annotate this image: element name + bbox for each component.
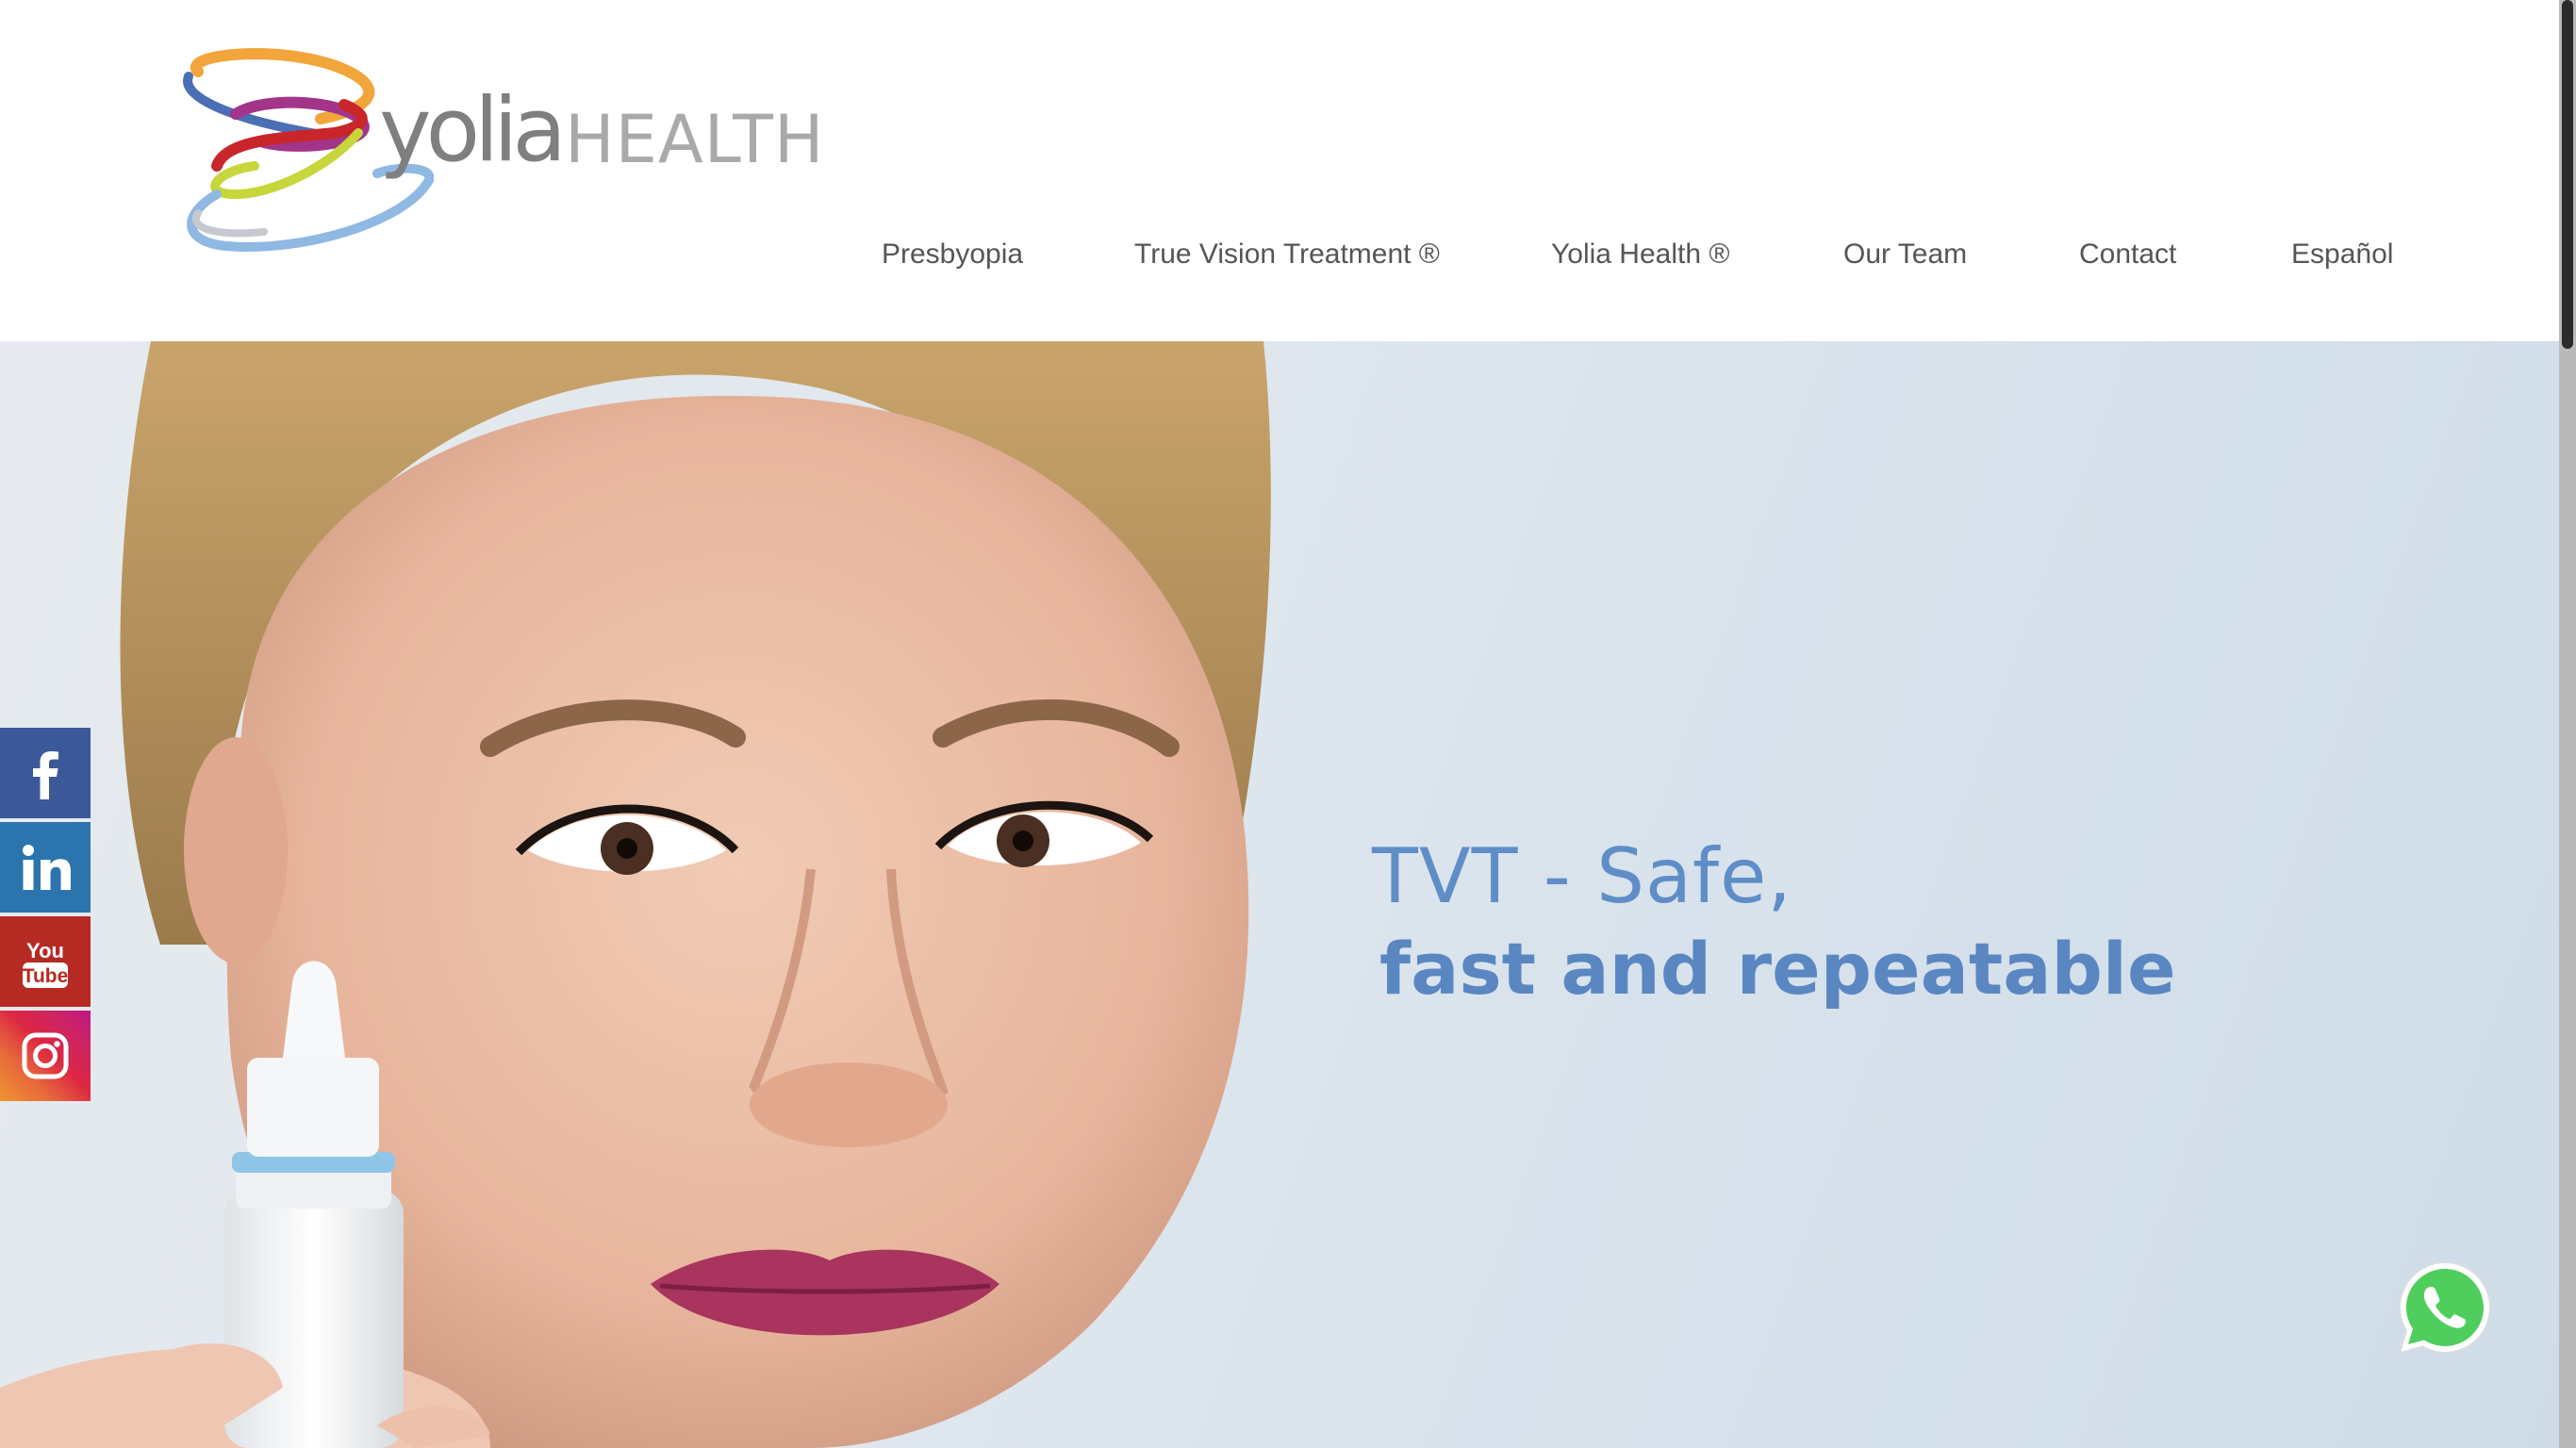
nav-item-our-team[interactable]: Our Team [1843, 232, 1967, 277]
scrollbar-thumb[interactable] [2562, 0, 2573, 349]
page-scrollbar[interactable] [2559, 0, 2576, 1448]
logo-word-yolia: yolia [379, 79, 567, 182]
linkedin-link[interactable] [0, 822, 91, 913]
linkedin-icon [23, 845, 71, 890]
instagram-link[interactable] [0, 1011, 91, 1101]
social-sidebar: You Tube [0, 728, 91, 1105]
hero-headline: TVT - Safe, fast and repeatable [1372, 831, 2409, 1016]
whatsapp-icon [2398, 1260, 2492, 1355]
nav-item-espanol[interactable]: Español [2291, 232, 2393, 277]
facebook-icon [33, 751, 58, 799]
youtube-link[interactable]: You Tube [0, 916, 91, 1007]
instagram-icon [22, 1032, 69, 1079]
hero-headline-line2: fast and repeatable [1379, 927, 2176, 1011]
logo-wordmark: yolia HEALTH [379, 34, 825, 175]
hero-photo-woman-eye-drops [0, 341, 1271, 1448]
youtube-text-top: You [26, 939, 64, 963]
facebook-link[interactable] [0, 728, 91, 818]
nav-item-presbyopia[interactable]: Presbyopia [882, 232, 1023, 277]
page: yolia HEALTH Presbyopia True Vision Trea… [0, 0, 2576, 1448]
youtube-text-bottom: Tube [23, 965, 69, 987]
nav-item-yolia-health[interactable]: Yolia Health ® [1551, 232, 1729, 277]
logo-word-health: HEALTH [564, 101, 825, 178]
nav-item-true-vision-treatment[interactable]: True Vision Treatment ® [1134, 232, 1440, 277]
youtube-icon: You Tube [23, 939, 69, 988]
main-nav: Presbyopia True Vision Treatment ® Yolia… [0, 232, 2559, 277]
hero-headline-line1: TVT - Safe, [1372, 832, 1792, 920]
site-header: yolia HEALTH Presbyopia True Vision Trea… [0, 0, 2559, 341]
hero-banner: TVT - Safe, fast and repeatable [0, 341, 2559, 1448]
nav-item-contact[interactable]: Contact [2079, 232, 2176, 277]
whatsapp-chat-button[interactable] [2395, 1258, 2495, 1358]
